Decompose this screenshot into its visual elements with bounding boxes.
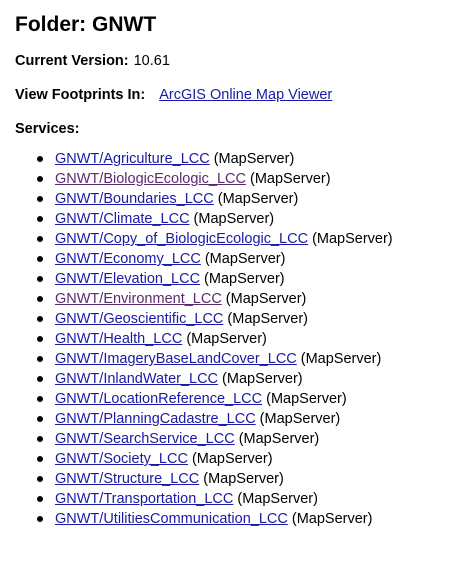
service-link[interactable]: GNWT/ImageryBaseLandCover_LCC — [55, 351, 297, 367]
service-list-item: GNWT/Environment_LCC (MapServer) — [37, 289, 393, 309]
service-list-item: GNWT/UtilitiesCommunication_LCC (MapServe… — [37, 509, 393, 529]
service-list-item: GNWT/Structure_LCC (MapServer) — [37, 469, 393, 489]
service-list-item: GNWT/Boundaries_LCC (MapServer) — [37, 189, 393, 209]
service-list-item: GNWT/Transportation_LCC (MapServer) — [37, 489, 393, 509]
service-link[interactable]: GNWT/InlandWater_LCC — [55, 371, 218, 387]
service-list-item: GNWT/Agriculture_LCC (MapServer) — [37, 149, 393, 169]
service-list-item: GNWT/SearchService_LCC (MapServer) — [37, 429, 393, 449]
bullet-icon — [37, 316, 43, 322]
service-link[interactable]: GNWT/Society_LCC — [55, 451, 188, 467]
service-type-label: (MapServer) — [237, 491, 318, 507]
service-list-item: GNWT/ImageryBaseLandCover_LCC (MapServer) — [37, 349, 393, 369]
service-link[interactable]: GNWT/Climate_LCC — [55, 211, 190, 227]
service-link[interactable]: GNWT/Environment_LCC — [55, 291, 222, 307]
service-type-label: (MapServer) — [249, 171, 331, 187]
service-link[interactable]: GNWT/Copy_of_BiologicEcologic_LCC — [55, 231, 308, 247]
service-type-label: (MapServer) — [204, 271, 285, 287]
service-list-item: GNWT/Society_LCC (MapServer) — [37, 449, 393, 469]
service-type-label: (MapServer) — [259, 411, 341, 427]
service-link[interactable]: GNWT/UtilitiesCommunication_LCC — [55, 511, 288, 527]
bullet-icon — [37, 236, 43, 242]
service-type-label: (MapServer) — [300, 351, 382, 367]
bullet-icon — [37, 196, 43, 202]
current-version-row: Current Version: 10.61 — [15, 51, 170, 71]
service-link[interactable]: GNWT/Structure_LCC — [55, 471, 199, 487]
service-type-label: (MapServer) — [238, 431, 320, 447]
current-version-label: Current Version: — [15, 53, 129, 69]
bullet-icon — [37, 376, 43, 382]
bullet-icon — [37, 496, 43, 502]
bullet-icon — [37, 416, 43, 422]
service-list-item: GNWT/Climate_LCC (MapServer) — [37, 209, 393, 229]
service-list-item: GNWT/InlandWater_LCC (MapServer) — [37, 369, 393, 389]
bullet-icon — [37, 256, 43, 262]
bullet-icon — [37, 276, 43, 282]
service-link[interactable]: GNWT/LocationReference_LCC — [55, 391, 262, 407]
service-type-label: (MapServer) — [225, 291, 307, 307]
bullet-icon — [37, 336, 43, 342]
service-list-item: GNWT/BiologicEcologic_LCC (MapServer) — [37, 169, 393, 189]
service-link[interactable]: GNWT/Geoscientific_LCC — [55, 311, 223, 327]
bullet-icon — [37, 156, 43, 162]
view-footprints-row: View Footprints In: ArcGIS Online Map Vie… — [15, 85, 332, 105]
folder-title: Folder: GNWT — [15, 13, 157, 36]
service-type-label: (MapServer) — [203, 471, 284, 487]
bullet-icon — [37, 356, 43, 362]
service-type-label: (MapServer) — [227, 311, 308, 327]
service-list-item: GNWT/Economy_LCC (MapServer) — [37, 249, 393, 269]
service-link[interactable]: GNWT/PlanningCadastre_LCC — [55, 411, 256, 427]
service-list-item: GNWT/Geoscientific_LCC (MapServer) — [37, 309, 393, 329]
service-type-label: (MapServer) — [222, 371, 303, 387]
services-heading: Services: — [15, 121, 80, 137]
service-link[interactable]: GNWT/Agriculture_LCC — [55, 151, 210, 167]
bullet-icon — [37, 216, 43, 222]
bullet-icon — [37, 516, 43, 522]
service-list-item: GNWT/Copy_of_BiologicEcologic_LCC (MapSer… — [37, 229, 393, 249]
service-link[interactable]: GNWT/Elevation_LCC — [55, 271, 200, 287]
service-type-label: (MapServer) — [213, 151, 295, 167]
service-type-label: (MapServer) — [291, 511, 373, 527]
service-list-item: GNWT/Elevation_LCC (MapServer) — [37, 269, 393, 289]
bullet-icon — [37, 436, 43, 442]
service-type-label: (MapServer) — [193, 211, 275, 227]
bullet-icon — [37, 456, 43, 462]
service-link[interactable]: GNWT/Boundaries_LCC — [55, 191, 214, 207]
service-type-label: (MapServer) — [191, 451, 273, 467]
arcgis-online-map-viewer-link[interactable]: ArcGIS Online Map Viewer — [159, 87, 332, 103]
bullet-icon — [37, 176, 43, 182]
service-link[interactable]: GNWT/SearchService_LCC — [55, 431, 235, 447]
bullet-icon — [37, 296, 43, 302]
service-list-item: GNWT/LocationReference_LCC (MapServer) — [37, 389, 393, 409]
service-link[interactable]: GNWT/Transportation_LCC — [55, 491, 233, 507]
current-version-value: 10.61 — [133, 53, 170, 69]
services-list: GNWT/Agriculture_LCC (MapServer) GNWT/Biol… — [37, 149, 393, 529]
service-type-label: (MapServer) — [186, 331, 267, 347]
service-link[interactable]: GNWT/BiologicEcologic_LCC — [55, 171, 246, 187]
bullet-icon — [37, 396, 43, 402]
service-link[interactable]: GNWT/Health_LCC — [55, 331, 182, 347]
service-type-label: (MapServer) — [204, 251, 286, 267]
view-footprints-label: View Footprints In: — [15, 87, 146, 103]
service-list-item: GNWT/PlanningCadastre_LCC (MapServer) — [37, 409, 393, 429]
service-list-item: GNWT/Health_LCC (MapServer) — [37, 329, 393, 349]
service-type-label: (MapServer) — [266, 391, 347, 407]
service-type-label: (MapServer) — [217, 191, 299, 207]
service-link[interactable]: GNWT/Economy_LCC — [55, 251, 201, 267]
service-type-label: (MapServer) — [312, 231, 393, 247]
bullet-icon — [37, 476, 43, 482]
